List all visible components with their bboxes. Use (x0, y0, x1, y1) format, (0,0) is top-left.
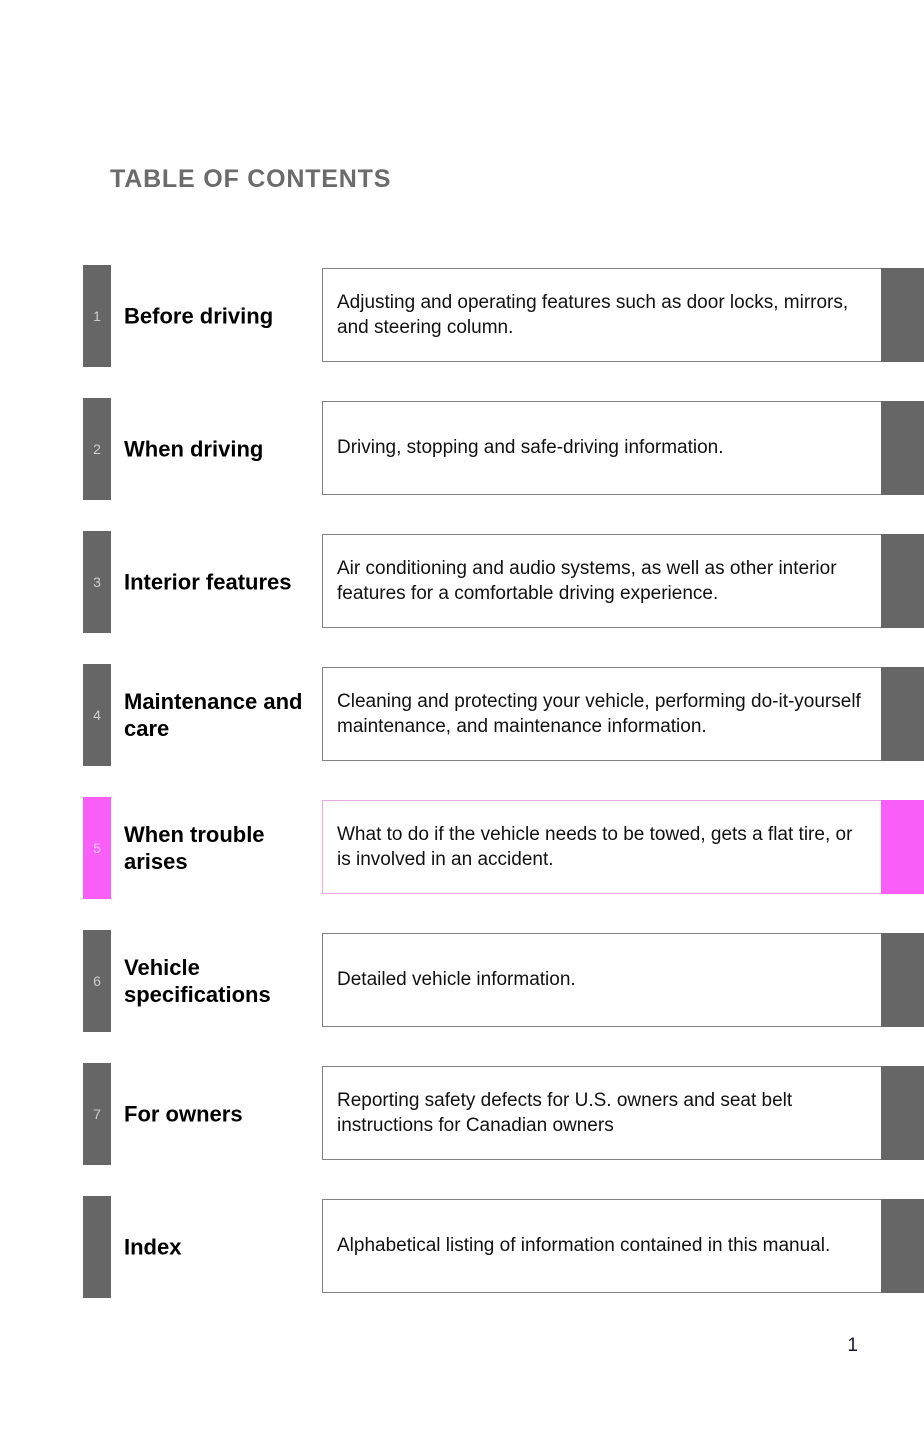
chapter-description-text: Detailed vehicle information. (337, 969, 576, 991)
page-edge-tab (881, 800, 924, 894)
chapter-description-box: Detailed vehicle information. (322, 933, 882, 1027)
chapter-description-box: Reporting safety defects for U.S. owners… (322, 1066, 882, 1160)
chapter-description-text: Adjusting and operating features such as… (337, 291, 849, 338)
chapter-tab[interactable]: 3 (83, 531, 111, 633)
toc-row[interactable]: 1 Before driving Adjusting and operating f… (0, 265, 924, 367)
toc-row[interactable]: 6 Vehicle specifications Detailed vehicle … (0, 930, 924, 1032)
toc-page: TABLE OF CONTENTS 1 Before driving Adjusti… (0, 0, 924, 1429)
chapter-name[interactable]: Index (124, 1233, 314, 1260)
page-edge-tab (881, 1066, 924, 1160)
page-edge-tab (881, 933, 924, 1027)
toc-row[interactable]: 2 When driving Driving, stopping and safe-… (0, 398, 924, 500)
toc-row[interactable]: 5 When trouble arises What to do if the ve… (0, 797, 924, 899)
chapter-number: 6 (93, 973, 101, 989)
chapter-tab[interactable]: 1 (83, 265, 111, 367)
chapter-description-text: Cleaning and protecting your vehicle, pe… (337, 690, 861, 737)
chapter-number: 5 (93, 840, 101, 856)
chapter-description-box: Alphabetical listing of information cont… (322, 1199, 882, 1293)
chapter-number: 4 (93, 707, 101, 723)
chapter-description-text: Driving, stopping and safe-driving infor… (337, 437, 724, 459)
chapter-number: 3 (93, 574, 101, 590)
toc-row[interactable]: 7 For owners Reporting safety defects for … (0, 1063, 924, 1165)
chapter-tab[interactable]: 4 (83, 664, 111, 766)
page-number: 1 (847, 1335, 858, 1356)
page-edge-tab (881, 401, 924, 495)
toc-row[interactable]: 3 Interior features Air conditioning and a… (0, 531, 924, 633)
chapter-number: 2 (93, 441, 101, 457)
chapter-name[interactable]: Vehicle specifications (124, 954, 314, 1008)
chapter-number: 1 (93, 308, 101, 324)
chapter-number: 7 (93, 1106, 101, 1122)
toc-row[interactable]: Index Alphabetical listing of information… (0, 1196, 924, 1298)
chapter-description-box: Driving, stopping and safe-driving infor… (322, 401, 882, 495)
chapter-name[interactable]: Interior features (124, 568, 314, 595)
chapter-name[interactable]: For owners (124, 1100, 314, 1127)
chapter-name[interactable]: Before driving (124, 302, 314, 329)
chapter-name[interactable]: Maintenance and care (124, 688, 314, 742)
page-edge-tab (881, 534, 924, 628)
chapter-tab[interactable]: 5 (83, 797, 111, 899)
chapter-tab[interactable]: 2 (83, 398, 111, 500)
chapter-description-text: Reporting safety defects for U.S. owners… (337, 1089, 793, 1136)
toc-row[interactable]: 4 Maintenance and care Cleaning and protec… (0, 664, 924, 766)
chapter-name[interactable]: When trouble arises (124, 821, 314, 875)
page-edge-tab (881, 1199, 924, 1293)
chapter-tab[interactable] (83, 1196, 111, 1298)
chapter-tab[interactable]: 7 (83, 1063, 111, 1165)
chapter-name[interactable]: When driving (124, 435, 314, 462)
chapter-description-text: Alphabetical listing of information cont… (337, 1235, 831, 1257)
chapter-description-text: Air conditioning and audio systems, as w… (337, 557, 837, 604)
chapter-description-box: Adjusting and operating features such as… (322, 268, 882, 362)
table-of-contents-list: 1 Before driving Adjusting and operating f… (0, 265, 924, 1329)
chapter-description-box: What to do if the vehicle needs to be to… (322, 800, 882, 894)
chapter-description-text: What to do if the vehicle needs to be to… (337, 823, 853, 870)
page-edge-tab (881, 667, 924, 761)
page-title: TABLE OF CONTENTS (110, 165, 392, 193)
chapter-description-box: Cleaning and protecting your vehicle, pe… (322, 667, 882, 761)
page-edge-tab (881, 268, 924, 362)
chapter-description-box: Air conditioning and audio systems, as w… (322, 534, 882, 628)
chapter-tab[interactable]: 6 (83, 930, 111, 1032)
